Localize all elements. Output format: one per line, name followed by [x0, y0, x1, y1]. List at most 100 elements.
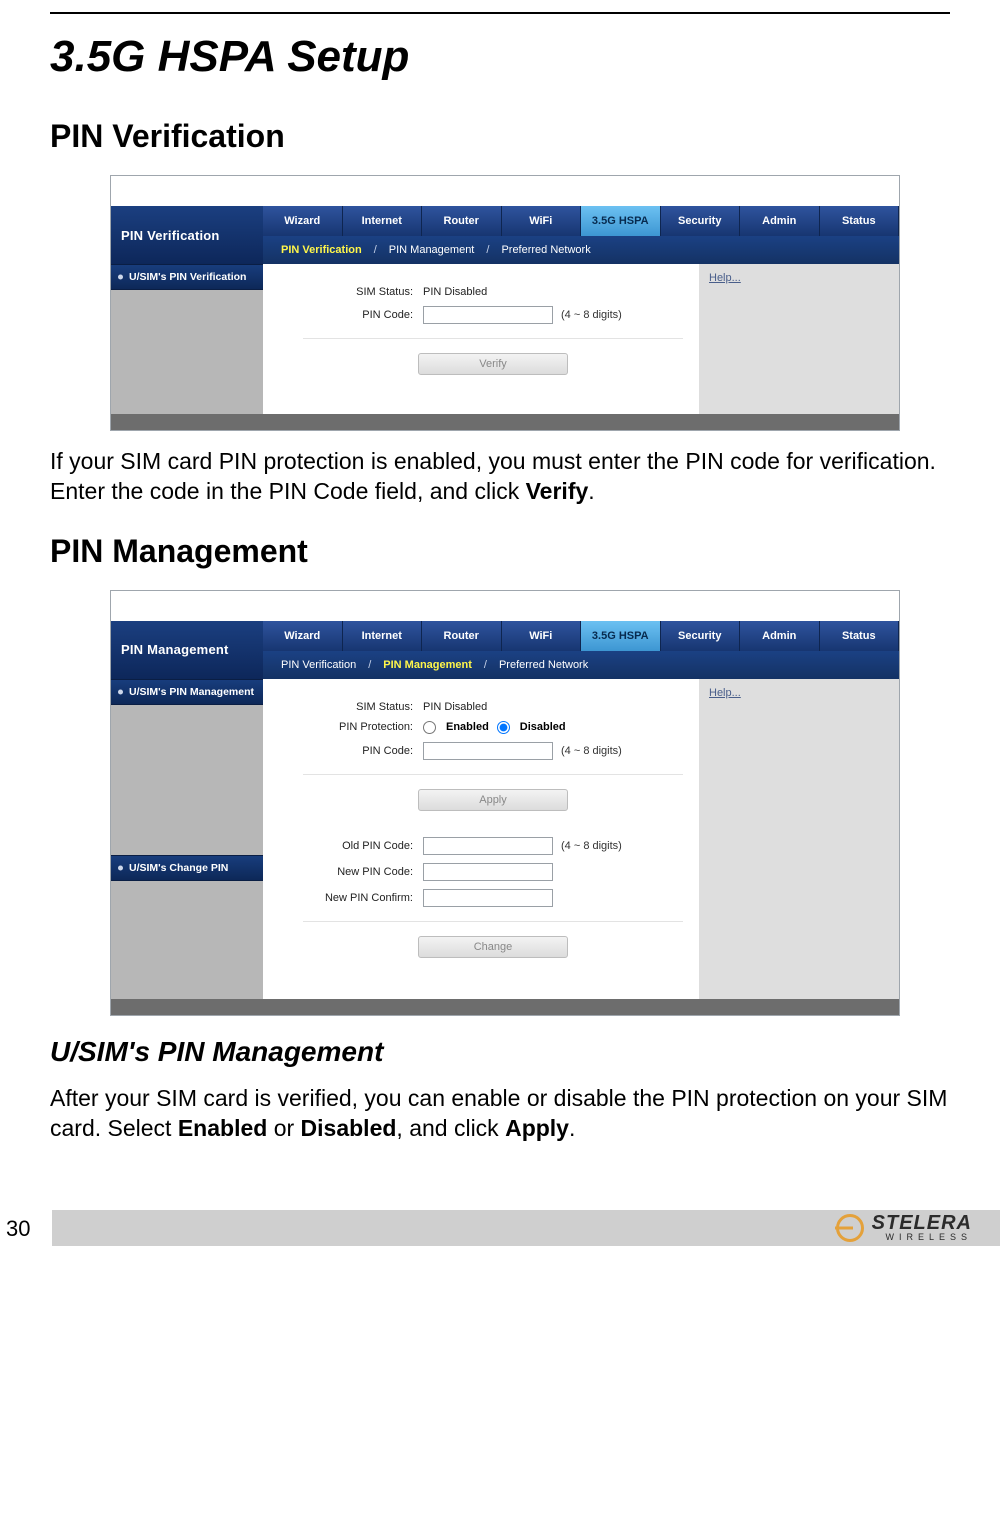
- subtab-pin-verification[interactable]: PIN Verification: [277, 657, 360, 673]
- tab-security[interactable]: Security: [661, 206, 741, 236]
- text: , and click: [396, 1115, 505, 1141]
- main-tabs: Wizard Internet Router WiFi 3.5G HSPA Se…: [263, 621, 899, 651]
- pin-code-input[interactable]: [423, 742, 553, 760]
- sidebar: U/SIM's PIN Management U/SIM's Change PI…: [111, 679, 263, 999]
- help-panel: Help...: [699, 679, 899, 999]
- sim-status-label: SIM Status:: [303, 701, 423, 713]
- text: If your SIM card PIN protection is enabl…: [50, 448, 936, 504]
- text: .: [588, 478, 594, 504]
- subtab-sep: /: [486, 244, 489, 256]
- chapter-title: 3.5G HSPA Setup: [50, 32, 950, 82]
- new-pin-confirm-input[interactable]: [423, 889, 553, 907]
- screenshot-pin-verification: PIN Verification Wizard Internet Router …: [110, 175, 900, 431]
- subtab-pin-management[interactable]: PIN Management: [385, 242, 479, 258]
- main-tabs: Wizard Internet Router WiFi 3.5G HSPA Se…: [263, 206, 899, 236]
- app-footer-bar: [111, 414, 899, 430]
- sidebar-item-pin-verification[interactable]: U/SIM's PIN Verification: [111, 264, 263, 290]
- brand-tagline: WIRELESS: [872, 1233, 972, 1242]
- sim-status-value: PIN Disabled: [423, 701, 487, 713]
- help-link[interactable]: Help...: [709, 687, 741, 699]
- section-pin-management: PIN Management: [50, 533, 950, 570]
- radio-enabled[interactable]: [423, 721, 436, 734]
- sub-tabs: PIN Verification / PIN Management / Pref…: [263, 651, 899, 679]
- tab-wizard[interactable]: Wizard: [263, 206, 343, 236]
- sub-tabs: PIN Verification / PIN Management / Pref…: [263, 236, 899, 264]
- subtab-pin-management[interactable]: PIN Management: [379, 657, 476, 673]
- top-rule: [50, 12, 950, 14]
- screenshot-pin-management: PIN Management Wizard Internet Router Wi…: [110, 590, 900, 1016]
- pin-code-hint: (4 ~ 8 digits): [561, 840, 622, 852]
- tab-router[interactable]: Router: [422, 206, 502, 236]
- text-bold: Disabled: [301, 1115, 397, 1141]
- old-pin-input[interactable]: [423, 837, 553, 855]
- pin-code-hint: (4 ~ 8 digits): [561, 745, 622, 757]
- sim-status-value: PIN Disabled: [423, 286, 487, 298]
- verify-button[interactable]: Verify: [418, 353, 568, 375]
- brand-logo: STELERA WIRELESS: [836, 1213, 972, 1242]
- logo-ring-icon: [836, 1214, 864, 1242]
- tab-internet[interactable]: Internet: [343, 621, 423, 651]
- text-bold: Verify: [526, 478, 589, 504]
- tab-35g-hspa[interactable]: 3.5G HSPA: [581, 621, 661, 651]
- subtab-sep: /: [368, 659, 371, 671]
- sim-status-label: SIM Status:: [303, 286, 423, 298]
- app-blank-header: [111, 176, 899, 206]
- para-pin-management: After your SIM card is verified, you can…: [50, 1084, 950, 1144]
- text: .: [569, 1115, 575, 1141]
- tab-35g-hspa[interactable]: 3.5G HSPA: [581, 206, 661, 236]
- pin-code-hint: (4 ~ 8 digits): [561, 309, 622, 321]
- radio-disabled[interactable]: [497, 721, 510, 734]
- sidebar-item-pin-management[interactable]: U/SIM's PIN Management: [111, 679, 263, 705]
- tab-status[interactable]: Status: [820, 621, 900, 651]
- tab-wifi[interactable]: WiFi: [502, 206, 582, 236]
- pin-code-input[interactable]: [423, 306, 553, 324]
- form-area: SIM Status: PIN Disabled PIN Protection:…: [263, 679, 699, 999]
- pin-protection-label: PIN Protection:: [303, 721, 423, 733]
- new-pin-input[interactable]: [423, 863, 553, 881]
- tab-router[interactable]: Router: [422, 621, 502, 651]
- sidebar-item-change-pin[interactable]: U/SIM's Change PIN: [111, 855, 263, 881]
- tab-admin[interactable]: Admin: [740, 206, 820, 236]
- subsection-usim-pin-management: U/SIM's PIN Management: [50, 1036, 950, 1068]
- subtab-preferred-network[interactable]: Preferred Network: [495, 657, 592, 673]
- brand-name: STELERA: [872, 1213, 972, 1233]
- tab-wifi[interactable]: WiFi: [502, 621, 582, 651]
- radio-disabled-label: Disabled: [520, 721, 566, 733]
- new-pin-confirm-label: New PIN Confirm:: [303, 892, 423, 904]
- app-footer-bar: [111, 999, 899, 1015]
- sidebar: U/SIM's PIN Verification: [111, 264, 263, 414]
- text-bold: Enabled: [178, 1115, 267, 1141]
- divider: [303, 774, 683, 775]
- app-blank-header: [111, 591, 899, 621]
- tab-wizard[interactable]: Wizard: [263, 621, 343, 651]
- section-pin-verification: PIN Verification: [50, 118, 950, 155]
- apply-button[interactable]: Apply: [418, 789, 568, 811]
- subtab-preferred-network[interactable]: Preferred Network: [497, 242, 594, 258]
- help-panel: Help...: [699, 264, 899, 414]
- page-footer: 30 STELERA WIRELESS: [0, 1204, 1000, 1250]
- divider: [303, 338, 683, 339]
- subtab-pin-verification[interactable]: PIN Verification: [277, 242, 366, 258]
- para-pin-verification: If your SIM card PIN protection is enabl…: [50, 447, 950, 507]
- subtab-sep: /: [484, 659, 487, 671]
- new-pin-label: New PIN Code:: [303, 866, 423, 878]
- page-number: 30: [6, 1216, 30, 1242]
- panel-title: PIN Verification: [111, 206, 263, 264]
- tab-admin[interactable]: Admin: [740, 621, 820, 651]
- help-link[interactable]: Help...: [709, 272, 741, 284]
- tab-security[interactable]: Security: [661, 621, 741, 651]
- text: or: [267, 1115, 300, 1141]
- footer-bar: STELERA WIRELESS: [52, 1210, 1000, 1246]
- tab-status[interactable]: Status: [820, 206, 900, 236]
- pin-code-label: PIN Code:: [303, 309, 423, 321]
- change-button[interactable]: Change: [418, 936, 568, 958]
- divider: [303, 921, 683, 922]
- panel-title: PIN Management: [111, 621, 263, 679]
- tab-internet[interactable]: Internet: [343, 206, 423, 236]
- pin-code-label: PIN Code:: [303, 745, 423, 757]
- text-bold: Apply: [505, 1115, 569, 1141]
- old-pin-label: Old PIN Code:: [303, 840, 423, 852]
- radio-enabled-label: Enabled: [446, 721, 489, 733]
- subtab-sep: /: [374, 244, 377, 256]
- form-area: SIM Status: PIN Disabled PIN Code: (4 ~ …: [263, 264, 699, 414]
